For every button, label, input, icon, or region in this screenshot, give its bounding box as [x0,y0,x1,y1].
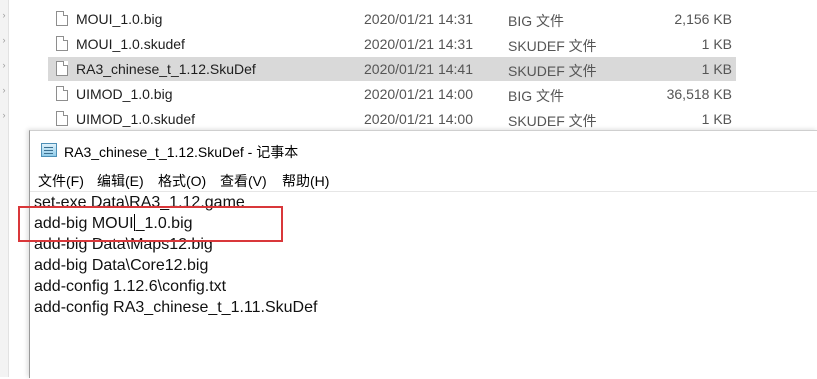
document-icon [56,36,68,51]
chevron-right-icon[interactable]: › [0,85,8,95]
file-date: 2020/01/21 14:00 [364,111,473,127]
file-row[interactable]: UIMOD_1.0.skudef 2020/01/21 14:00 SKUDEF… [48,107,736,131]
text-after-caret: _1.0.big [135,215,193,232]
text-line: set-exe Data\RA3_1.12.game [34,194,245,211]
file-row[interactable]: MOUI_1.0.big 2020/01/21 14:31 BIG 文件 2,1… [48,7,736,31]
document-icon [56,111,68,126]
file-date: 2020/01/21 14:00 [364,86,473,102]
file-size: 1 KB [701,111,732,127]
text-line: add-config RA3_chinese_t_1.11.SkuDef [34,299,318,316]
chevron-right-icon[interactable]: › [0,35,8,45]
file-name: UIMOD_1.0.big [76,86,173,102]
file-size: 1 KB [701,36,732,52]
file-row[interactable]: UIMOD_1.0.big 2020/01/21 14:00 BIG 文件 36… [48,82,736,106]
file-explorer-list: MOUI_1.0.big 2020/01/21 14:31 BIG 文件 2,1… [0,0,817,131]
menu-format[interactable]: 格式(O) [156,171,208,191]
file-type: SKUDEF 文件 [508,63,597,79]
file-name: MOUI_1.0.big [76,11,163,27]
text-line-with-caret: add-big MOUI _1.0.big [34,214,193,234]
file-date: 2020/01/21 14:41 [364,61,473,77]
menu-view[interactable]: 查看(V) [218,171,269,191]
navigation-pane-edge[interactable]: › › › › › [0,0,9,377]
file-name: MOUI_1.0.skudef [76,36,185,52]
notepad-icon [41,143,57,157]
chevron-right-icon[interactable]: › [0,60,8,70]
menu-edit[interactable]: 编辑(E) [95,171,146,191]
file-size: 36,518 KB [666,86,732,102]
file-type: SKUDEF 文件 [508,113,597,129]
notepad-titlebar[interactable]: RA3_chinese_t_1.12.SkuDef - 记事本 [30,131,817,169]
menu-help[interactable]: 帮助(H) [280,171,331,191]
chevron-right-icon[interactable]: › [0,110,8,120]
file-type: SKUDEF 文件 [508,38,597,54]
menu-bar: 文件(F) 编辑(E) 格式(O) 查看(V) 帮助(H) [30,169,817,191]
text-editor-area[interactable]: set-exe Data\RA3_1.12.game add-big MOUI _… [30,191,817,379]
file-name: UIMOD_1.0.skudef [76,111,196,127]
notepad-window: RA3_chinese_t_1.12.SkuDef - 记事本 文件(F) 编辑… [29,130,817,379]
file-size: 1 KB [701,61,732,77]
document-icon [56,61,68,76]
document-icon [56,86,68,101]
menu-file[interactable]: 文件(F) [36,171,86,191]
chevron-right-icon[interactable]: › [0,10,8,20]
file-type: BIG 文件 [508,88,565,104]
window-title: RA3_chinese_t_1.12.SkuDef - 记事本 [64,144,299,160]
text-line: add-config 1.12.6\config.txt [34,278,227,295]
file-date: 2020/01/21 14:31 [364,11,473,27]
text-line: add-big Data\Maps12.big [34,236,213,253]
file-row-selected[interactable]: RA3_chinese_t_1.12.SkuDef 2020/01/21 14:… [48,57,736,81]
file-name: RA3_chinese_t_1.12.SkuDef [76,61,256,77]
file-type: BIG 文件 [508,13,565,29]
file-row[interactable]: MOUI_1.0.skudef 2020/01/21 14:31 SKUDEF … [48,32,736,56]
document-icon [56,11,68,26]
file-size: 2,156 KB [674,11,732,27]
file-date: 2020/01/21 14:31 [364,36,473,52]
text-before-caret: add-big MOUI [34,215,134,232]
text-line: add-big Data\Core12.big [34,257,209,274]
